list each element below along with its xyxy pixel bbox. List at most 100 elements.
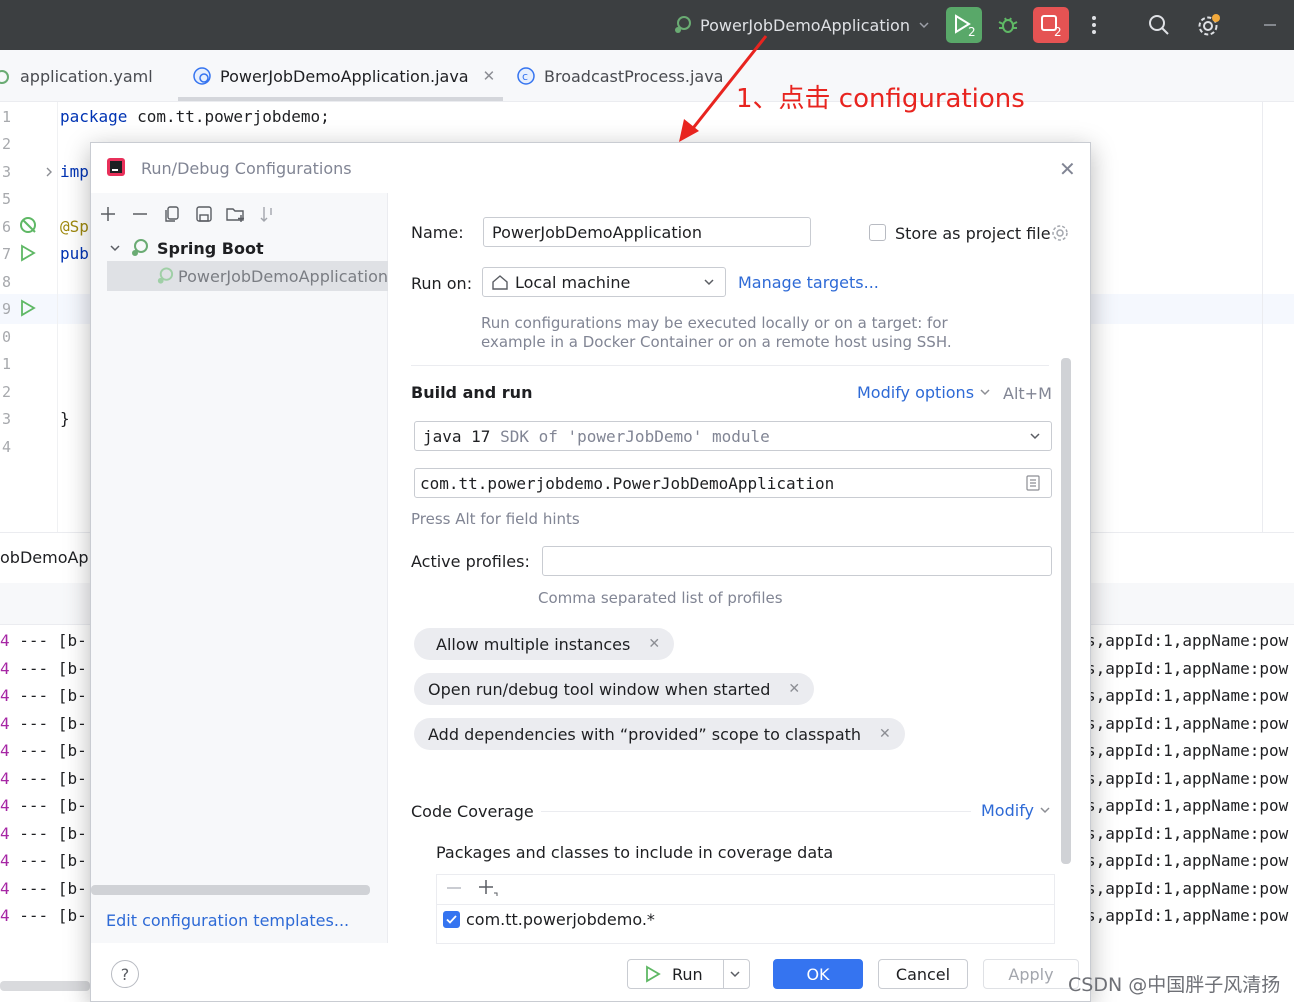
- new-folder-icon[interactable]: [225, 203, 247, 225]
- log-line-prefix: 4 --- [b-: [0, 851, 87, 870]
- modify-options-link[interactable]: Modify options: [857, 383, 991, 402]
- log-line-message: s,appId:1,appName:pow: [1086, 713, 1289, 733]
- chevron-down-icon[interactable]: [729, 968, 741, 980]
- line-number: 3: [2, 410, 12, 428]
- code-line: @Sp: [60, 217, 89, 236]
- debug-button[interactable]: [990, 7, 1026, 43]
- code-line: pub: [60, 244, 89, 263]
- fold-chevron-icon[interactable]: [44, 166, 54, 178]
- log-line-prefix: 4 --- [b-: [0, 631, 87, 650]
- code-line: imp: [60, 162, 89, 181]
- divider: [723, 960, 724, 988]
- run-gutter-icon[interactable]: [19, 299, 37, 317]
- coverage-entry-label: com.tt.powerjobdemo.*: [466, 910, 655, 929]
- close-tab-icon[interactable]: ✕: [483, 67, 496, 85]
- sdk-dropdown[interactable]: java 17 SDK of 'powerJobDemo' module: [414, 421, 1052, 451]
- log-line-prefix: 4 --- [b-: [0, 659, 87, 678]
- remove-icon[interactable]: [445, 879, 463, 901]
- run-window-tab[interactable]: obDemoApp: [0, 548, 99, 567]
- line-number: 1: [2, 355, 12, 373]
- line-number: 0: [2, 328, 12, 346]
- settings-vertical-scrollbar[interactable]: [1061, 358, 1071, 864]
- remove-icon[interactable]: [129, 203, 151, 225]
- run-on-dropdown[interactable]: Local machine: [482, 267, 726, 297]
- active-tab-indicator: [178, 97, 503, 101]
- name-field[interactable]: PowerJobDemoApplication: [483, 217, 811, 247]
- cancel-button[interactable]: Cancel: [878, 959, 968, 989]
- run-dialog-button[interactable]: Run: [627, 959, 750, 989]
- store-as-project-file-checkbox[interactable]: [869, 224, 886, 241]
- editor-tab-bar: application.yaml PowerJobDemoApplication…: [0, 50, 1294, 102]
- log-line-prefix: 4 --- [b-: [0, 714, 87, 733]
- sort-icon[interactable]: [257, 203, 279, 225]
- console-horizontal-scrollbar[interactable]: [0, 981, 90, 991]
- chip-label: Add dependencies with “provided” scope t…: [428, 724, 862, 744]
- tab-broadcastprocess[interactable]: c BroadcastProcess.java: [516, 50, 723, 102]
- log-line-pid: 4: [0, 851, 10, 870]
- gear-icon[interactable]: [1050, 223, 1070, 243]
- coverage-entry[interactable]: com.tt.powerjobdemo.*: [443, 910, 655, 929]
- ok-button[interactable]: OK: [773, 959, 863, 989]
- log-line-message: s,appId:1,appName:pow: [1086, 878, 1289, 898]
- copy-icon[interactable]: [161, 203, 183, 225]
- coverage-entry-checkbox[interactable]: [443, 911, 460, 928]
- active-profiles-label: Active profiles:: [411, 552, 530, 571]
- run-button[interactable]: 2: [946, 7, 982, 43]
- separator: [411, 365, 1049, 366]
- line-number: 7: [2, 245, 12, 263]
- active-profiles-field[interactable]: [542, 546, 1052, 576]
- main-class-field[interactable]: com.tt.powerjobdemo.PowerJobDemoApplicat…: [414, 468, 1052, 498]
- close-icon[interactable]: ✕: [1059, 157, 1076, 181]
- tree-group-spring-boot[interactable]: Spring Boot: [109, 235, 264, 261]
- spring-bean-icon[interactable]: [18, 215, 40, 237]
- save-icon[interactable]: [193, 203, 215, 225]
- tree-item-label: PowerJobDemoApplication: [178, 266, 388, 286]
- stop-button[interactable]: 2: [1033, 7, 1069, 43]
- log-line-message: s,appId:1,appName:pow: [1086, 631, 1289, 650]
- run-config-selector[interactable]: PowerJobDemoApplication: [672, 10, 930, 40]
- stop-icon: 2: [1041, 15, 1062, 38]
- class-icon: [193, 67, 211, 85]
- log-line-pid: 4: [0, 906, 10, 925]
- log-line-pid: 4: [0, 878, 10, 898]
- minimize-button[interactable]: [1252, 7, 1288, 43]
- active-profiles-hint: Comma separated list of profiles: [538, 589, 783, 607]
- log-line-thread: --- [b-: [9, 878, 87, 898]
- configuration-tree-pane: Spring Boot PowerJobDemoApplication Edit…: [91, 193, 388, 943]
- remove-chip-icon[interactable]: ✕: [788, 681, 800, 697]
- main-class-value: com.tt.powerjobdemo.PowerJobDemoApplicat…: [420, 473, 835, 493]
- line-number: 4: [2, 438, 12, 456]
- option-chip-provided-scope[interactable]: Add dependencies with “provided” scope t…: [414, 718, 905, 750]
- option-chip-allow-multiple-instances[interactable]: Allow multiple instances ✕: [414, 628, 675, 660]
- manage-targets-link[interactable]: Manage targets...: [738, 273, 879, 292]
- help-button[interactable]: ?: [111, 960, 139, 988]
- search-button[interactable]: [1141, 7, 1177, 43]
- remove-chip-icon[interactable]: ✕: [648, 636, 660, 652]
- option-chip-open-tool-window[interactable]: Open run/debug tool window when started ✕: [414, 673, 815, 705]
- remove-chip-icon[interactable]: ✕: [879, 726, 891, 742]
- run-gutter-icon[interactable]: [19, 244, 37, 262]
- tree-item-powerjobdemoapplication[interactable]: PowerJobDemoApplication: [107, 261, 388, 291]
- run-on-value: Local machine: [515, 272, 631, 292]
- line-number: 5: [2, 190, 12, 208]
- log-line-prefix: 4 --- [b-: [0, 796, 87, 815]
- tab-application-yaml[interactable]: application.yaml: [0, 50, 153, 102]
- settings-button[interactable]: [1191, 7, 1227, 43]
- checkmark-icon: [446, 915, 457, 924]
- tree-horizontal-scrollbar[interactable]: [91, 885, 370, 895]
- log-line-prefix: 4 --- [b-: [0, 824, 87, 843]
- more-actions-button[interactable]: [1076, 7, 1112, 43]
- sdk-version: java 17: [423, 426, 491, 446]
- tree-toolbar: [97, 199, 279, 229]
- line-number: 3: [2, 163, 12, 181]
- edit-templates-link[interactable]: Edit configuration templates...: [106, 911, 349, 930]
- modify-coverage-link[interactable]: Modify: [981, 801, 1051, 820]
- add-icon[interactable]: [97, 203, 119, 225]
- browse-class-icon[interactable]: [1025, 475, 1041, 491]
- apply-button[interactable]: Apply: [983, 959, 1079, 989]
- chip-label: Open run/debug tool window when started: [428, 679, 771, 699]
- add-icon[interactable]: [477, 878, 499, 902]
- name-label: Name:: [411, 223, 464, 242]
- tab-powerjobdemoapplication[interactable]: PowerJobDemoApplication.java ✕: [192, 50, 495, 102]
- log-line-pid: 4: [0, 768, 10, 788]
